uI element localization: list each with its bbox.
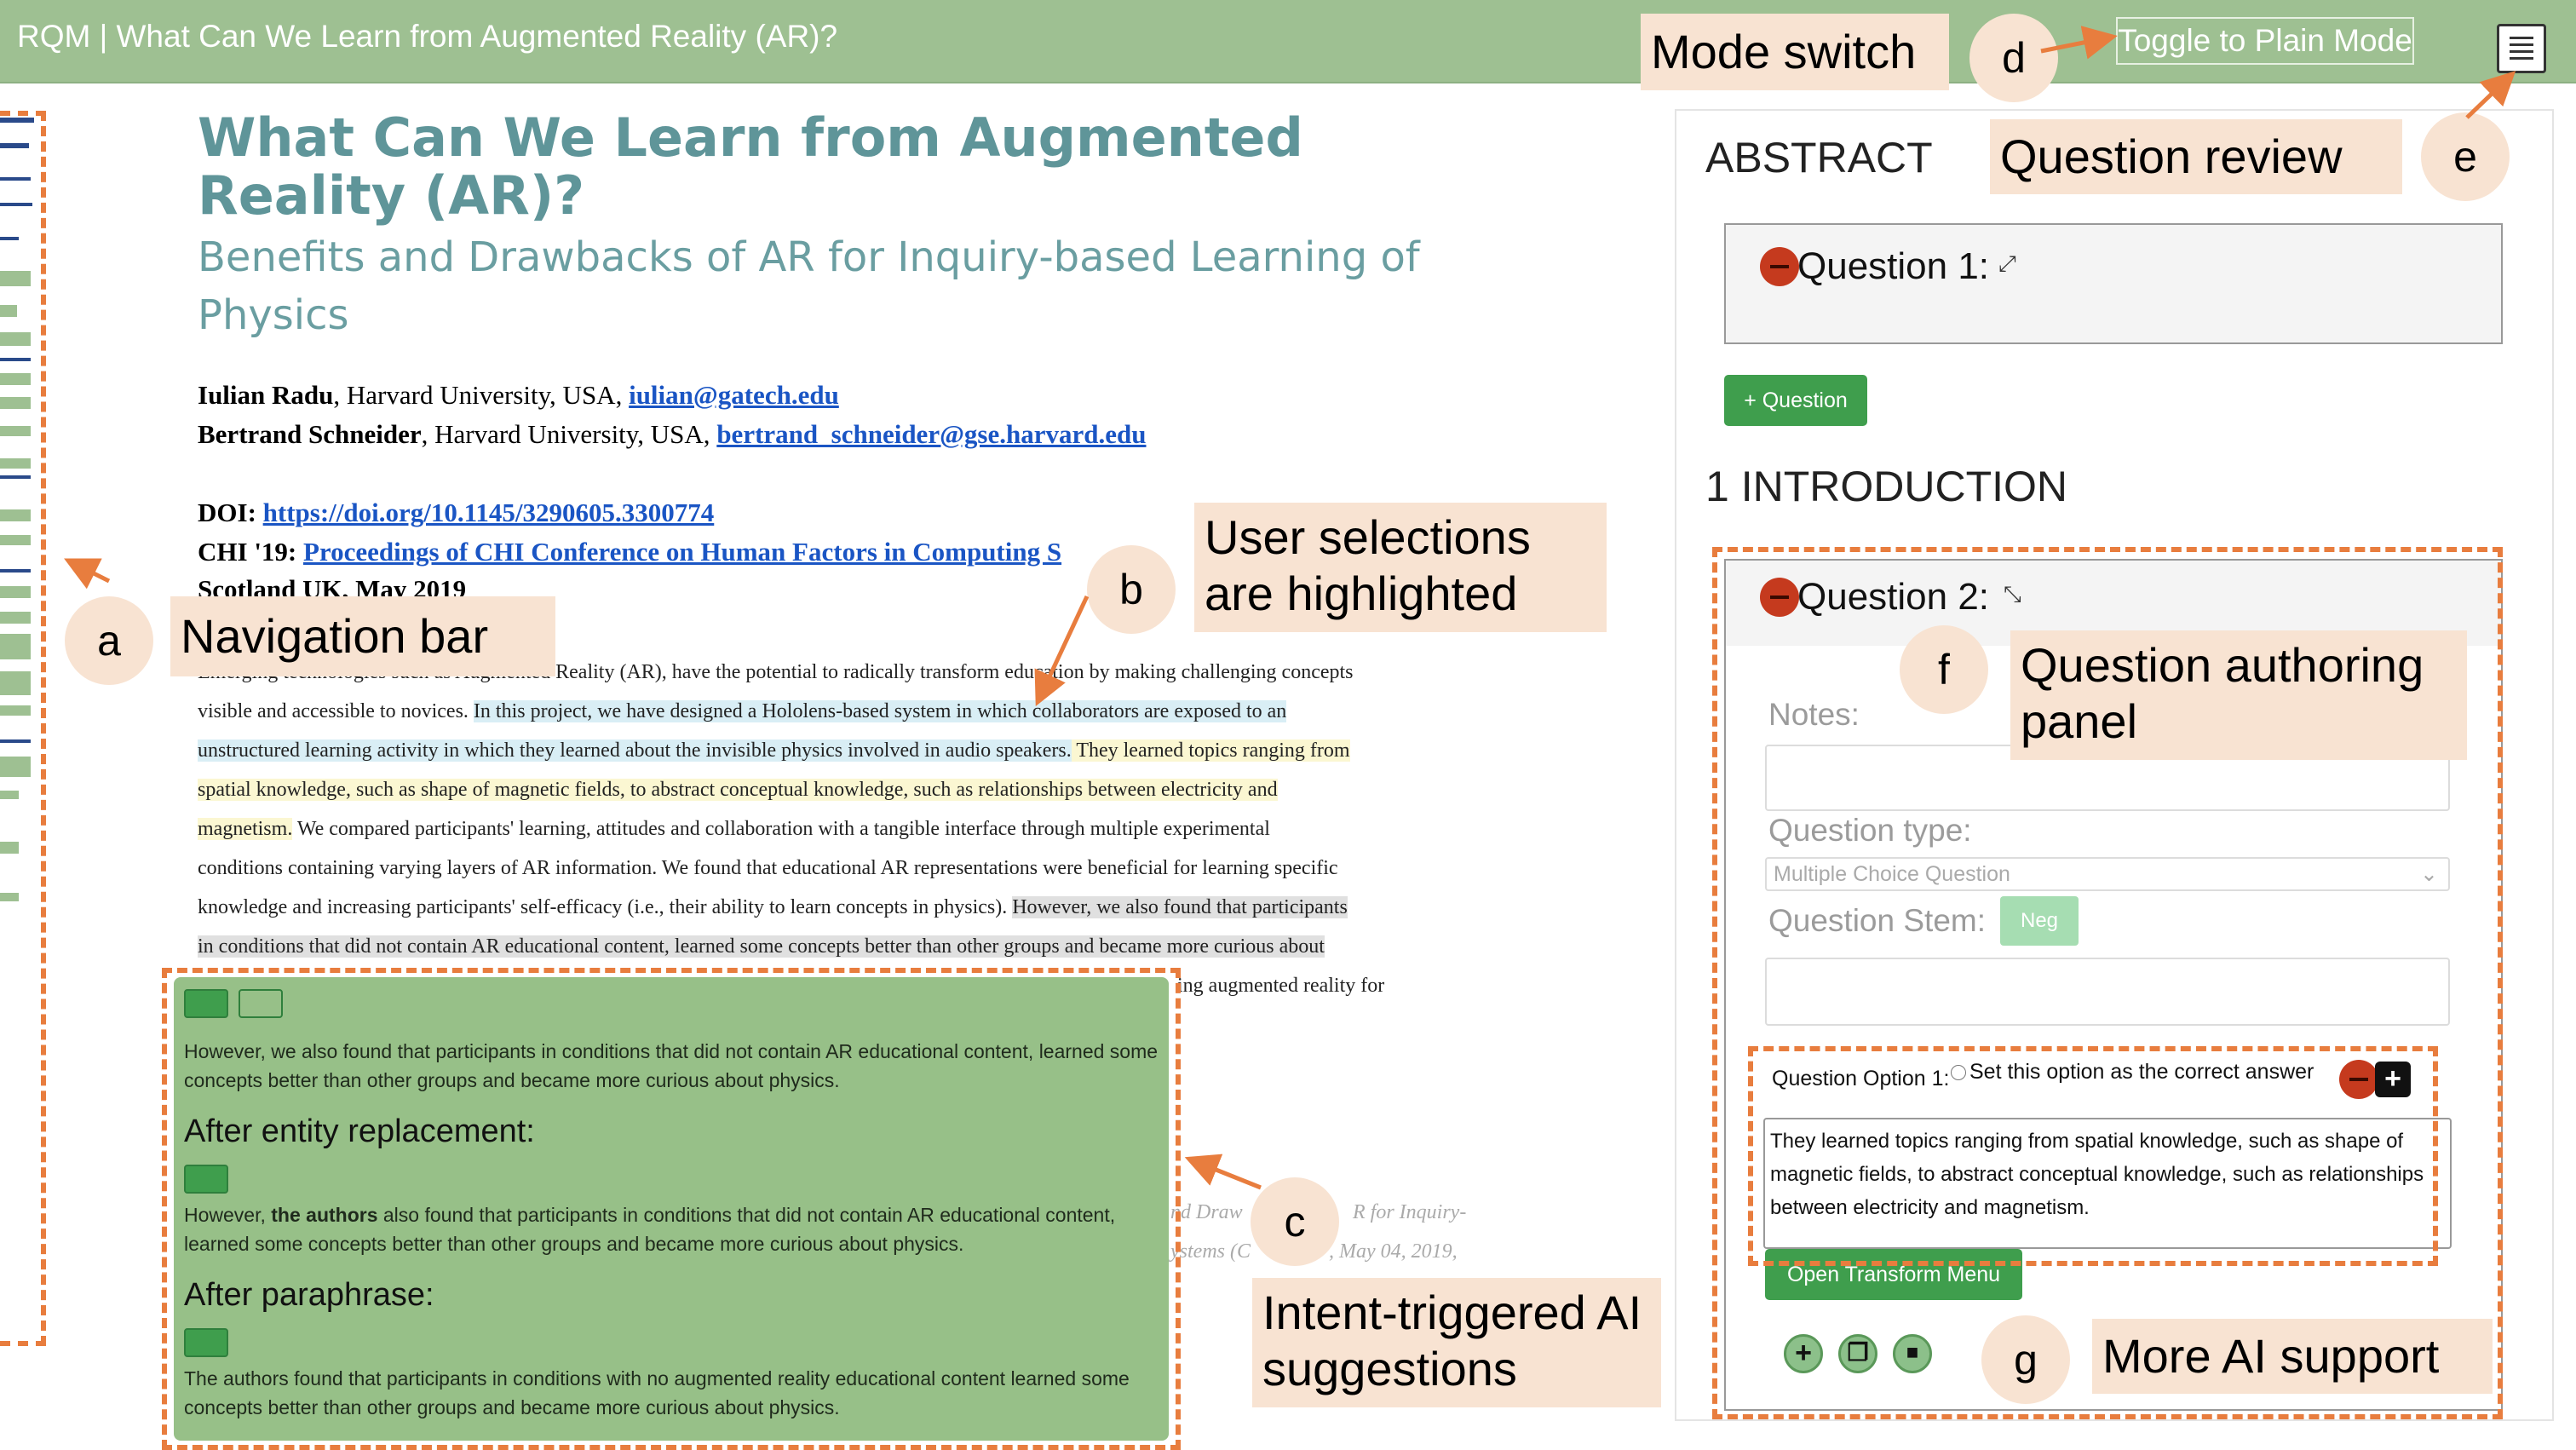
arrow-a [64, 558, 111, 590]
arrow-e [2465, 71, 2516, 119]
arrow-d [2040, 26, 2118, 60]
arrow-b [1034, 595, 1090, 707]
annotation-arrows [64, 26, 2516, 1190]
arrow-c [1184, 1154, 1262, 1190]
